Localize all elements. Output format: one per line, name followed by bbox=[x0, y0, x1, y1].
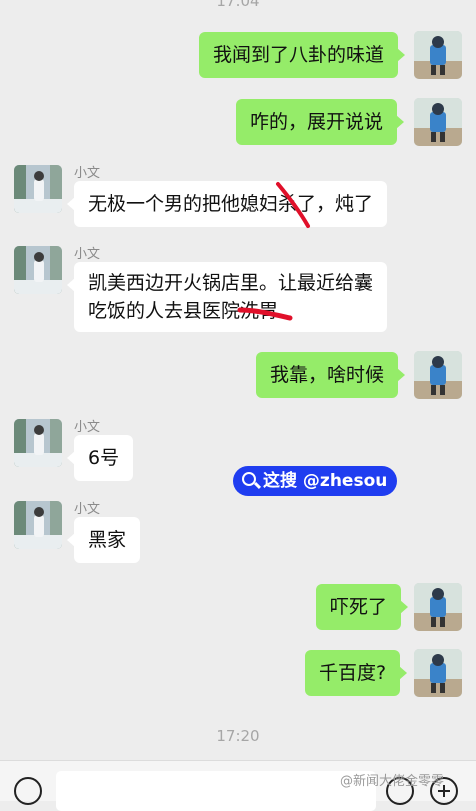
watermark-chip: 这搜 @zhesou bbox=[233, 466, 397, 496]
message-text: 我靠，啥时候 bbox=[270, 364, 385, 386]
corner-watermark: @新闻大佬金零零 bbox=[340, 774, 445, 789]
watermark-chip-text: 这搜 @zhesou bbox=[263, 471, 388, 491]
contact-avatar-image bbox=[14, 419, 62, 467]
timestamp-top: 17:04 bbox=[216, 0, 260, 10]
my-avatar[interactable] bbox=[414, 98, 462, 146]
contact-avatar-image bbox=[14, 246, 62, 294]
my-avatar-image bbox=[414, 98, 462, 146]
message-text-line-1: 凯美西边开火锅店里。让最近给囊 bbox=[88, 272, 374, 294]
sender-name: 小文 bbox=[74, 420, 101, 435]
sender-name: 小文 bbox=[74, 166, 101, 181]
sender-name: 小文 bbox=[74, 247, 101, 262]
message-bubble-sent[interactable]: 吓死了 bbox=[316, 584, 409, 630]
contact-avatar[interactable] bbox=[14, 501, 62, 549]
search-icon bbox=[242, 472, 256, 486]
voice-icon[interactable] bbox=[14, 777, 42, 805]
sender-name: 小文 bbox=[74, 502, 101, 517]
my-avatar-image bbox=[414, 583, 462, 631]
contact-avatar[interactable] bbox=[14, 165, 62, 213]
message-bubble-received[interactable]: 凯美西边开火锅店里。让最近给囊 吃饭的人去县医院洗胃 bbox=[66, 262, 388, 332]
message-text: 黑家 bbox=[88, 529, 127, 551]
my-avatar[interactable] bbox=[414, 351, 462, 399]
message-input[interactable] bbox=[56, 771, 376, 811]
my-avatar[interactable] bbox=[414, 649, 462, 697]
message-text: 吓死了 bbox=[330, 596, 388, 618]
message-bubble-sent[interactable]: 千百度? bbox=[305, 650, 408, 696]
contact-avatar[interactable] bbox=[14, 246, 62, 294]
message-text: 6号 bbox=[88, 447, 120, 469]
message-bubble-sent[interactable]: 我闻到了八卦的味道 bbox=[199, 32, 406, 78]
message-text: 千百度? bbox=[319, 662, 387, 684]
message-bubble-sent[interactable]: 咋的，展开说说 bbox=[236, 99, 405, 145]
timestamp-bottom: 17:20 bbox=[216, 727, 260, 745]
contact-avatar-image bbox=[14, 501, 62, 549]
message-text: 咋的，展开说说 bbox=[250, 111, 384, 133]
my-avatar-image bbox=[414, 31, 462, 79]
contact-avatar[interactable] bbox=[14, 419, 62, 467]
contact-avatar-image bbox=[14, 165, 62, 213]
message-text-line-2: 吃饭的人去县医院洗胃 bbox=[88, 300, 279, 322]
message-bubble-received[interactable]: 6号 bbox=[66, 435, 134, 481]
my-avatar-image bbox=[414, 649, 462, 697]
message-text: 无极一个男的把他媳妇杀了，炖了 bbox=[88, 193, 374, 215]
message-text: 我闻到了八卦的味道 bbox=[213, 44, 385, 66]
my-avatar[interactable] bbox=[414, 31, 462, 79]
my-avatar[interactable] bbox=[414, 583, 462, 631]
message-bubble-received[interactable]: 无极一个男的把他媳妇杀了，炖了 bbox=[66, 181, 388, 227]
message-bubble-sent[interactable]: 我靠，啥时候 bbox=[256, 352, 406, 398]
message-bubble-received[interactable]: 黑家 bbox=[66, 517, 141, 563]
my-avatar-image bbox=[414, 351, 462, 399]
